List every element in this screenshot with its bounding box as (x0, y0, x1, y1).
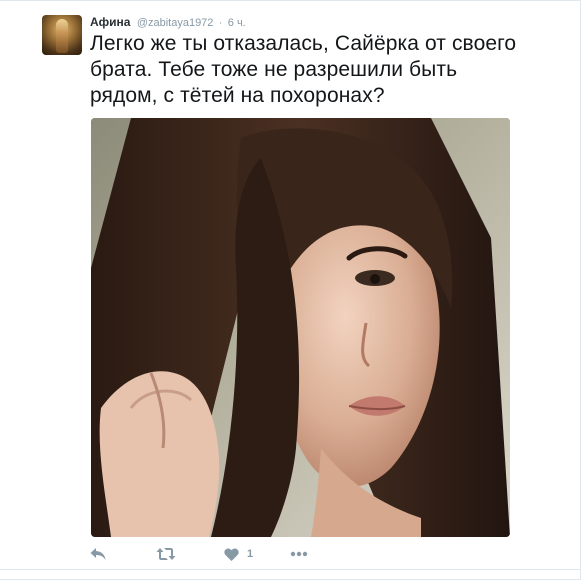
portrait-image (91, 118, 510, 537)
like-button[interactable]: 1 (224, 542, 253, 566)
heart-icon (224, 548, 239, 561)
tweet-text: Легко же ты отказалась, Сайёрка от своег… (90, 32, 517, 107)
avatar-figure (56, 19, 68, 53)
header-separator: · (218, 17, 223, 29)
tweet-divider (0, 569, 581, 570)
page-frame: Афина @zabitaya1972 · 6 ч. Легко же ты о… (0, 0, 581, 580)
tweet-photo[interactable] (91, 118, 510, 537)
reply-button[interactable] (90, 542, 106, 566)
author-name[interactable]: Афина (90, 15, 130, 29)
tweet-actions: 1 (90, 542, 510, 566)
retweet-icon (156, 548, 176, 560)
more-dots-icon (290, 551, 308, 557)
tweet-header: Афина @zabitaya1972 · 6 ч. (90, 13, 246, 31)
retweet-button[interactable] (156, 542, 176, 566)
reply-icon (90, 548, 106, 560)
avatar[interactable] (42, 15, 82, 55)
tweet-timestamp[interactable]: 6 ч. (228, 17, 246, 29)
author-handle[interactable]: @zabitaya1972 (137, 17, 214, 29)
more-button[interactable] (290, 542, 308, 566)
like-count: 1 (247, 548, 254, 560)
tweet[interactable]: Афина @zabitaya1972 · 6 ч. Легко же ты о… (0, 1, 581, 569)
